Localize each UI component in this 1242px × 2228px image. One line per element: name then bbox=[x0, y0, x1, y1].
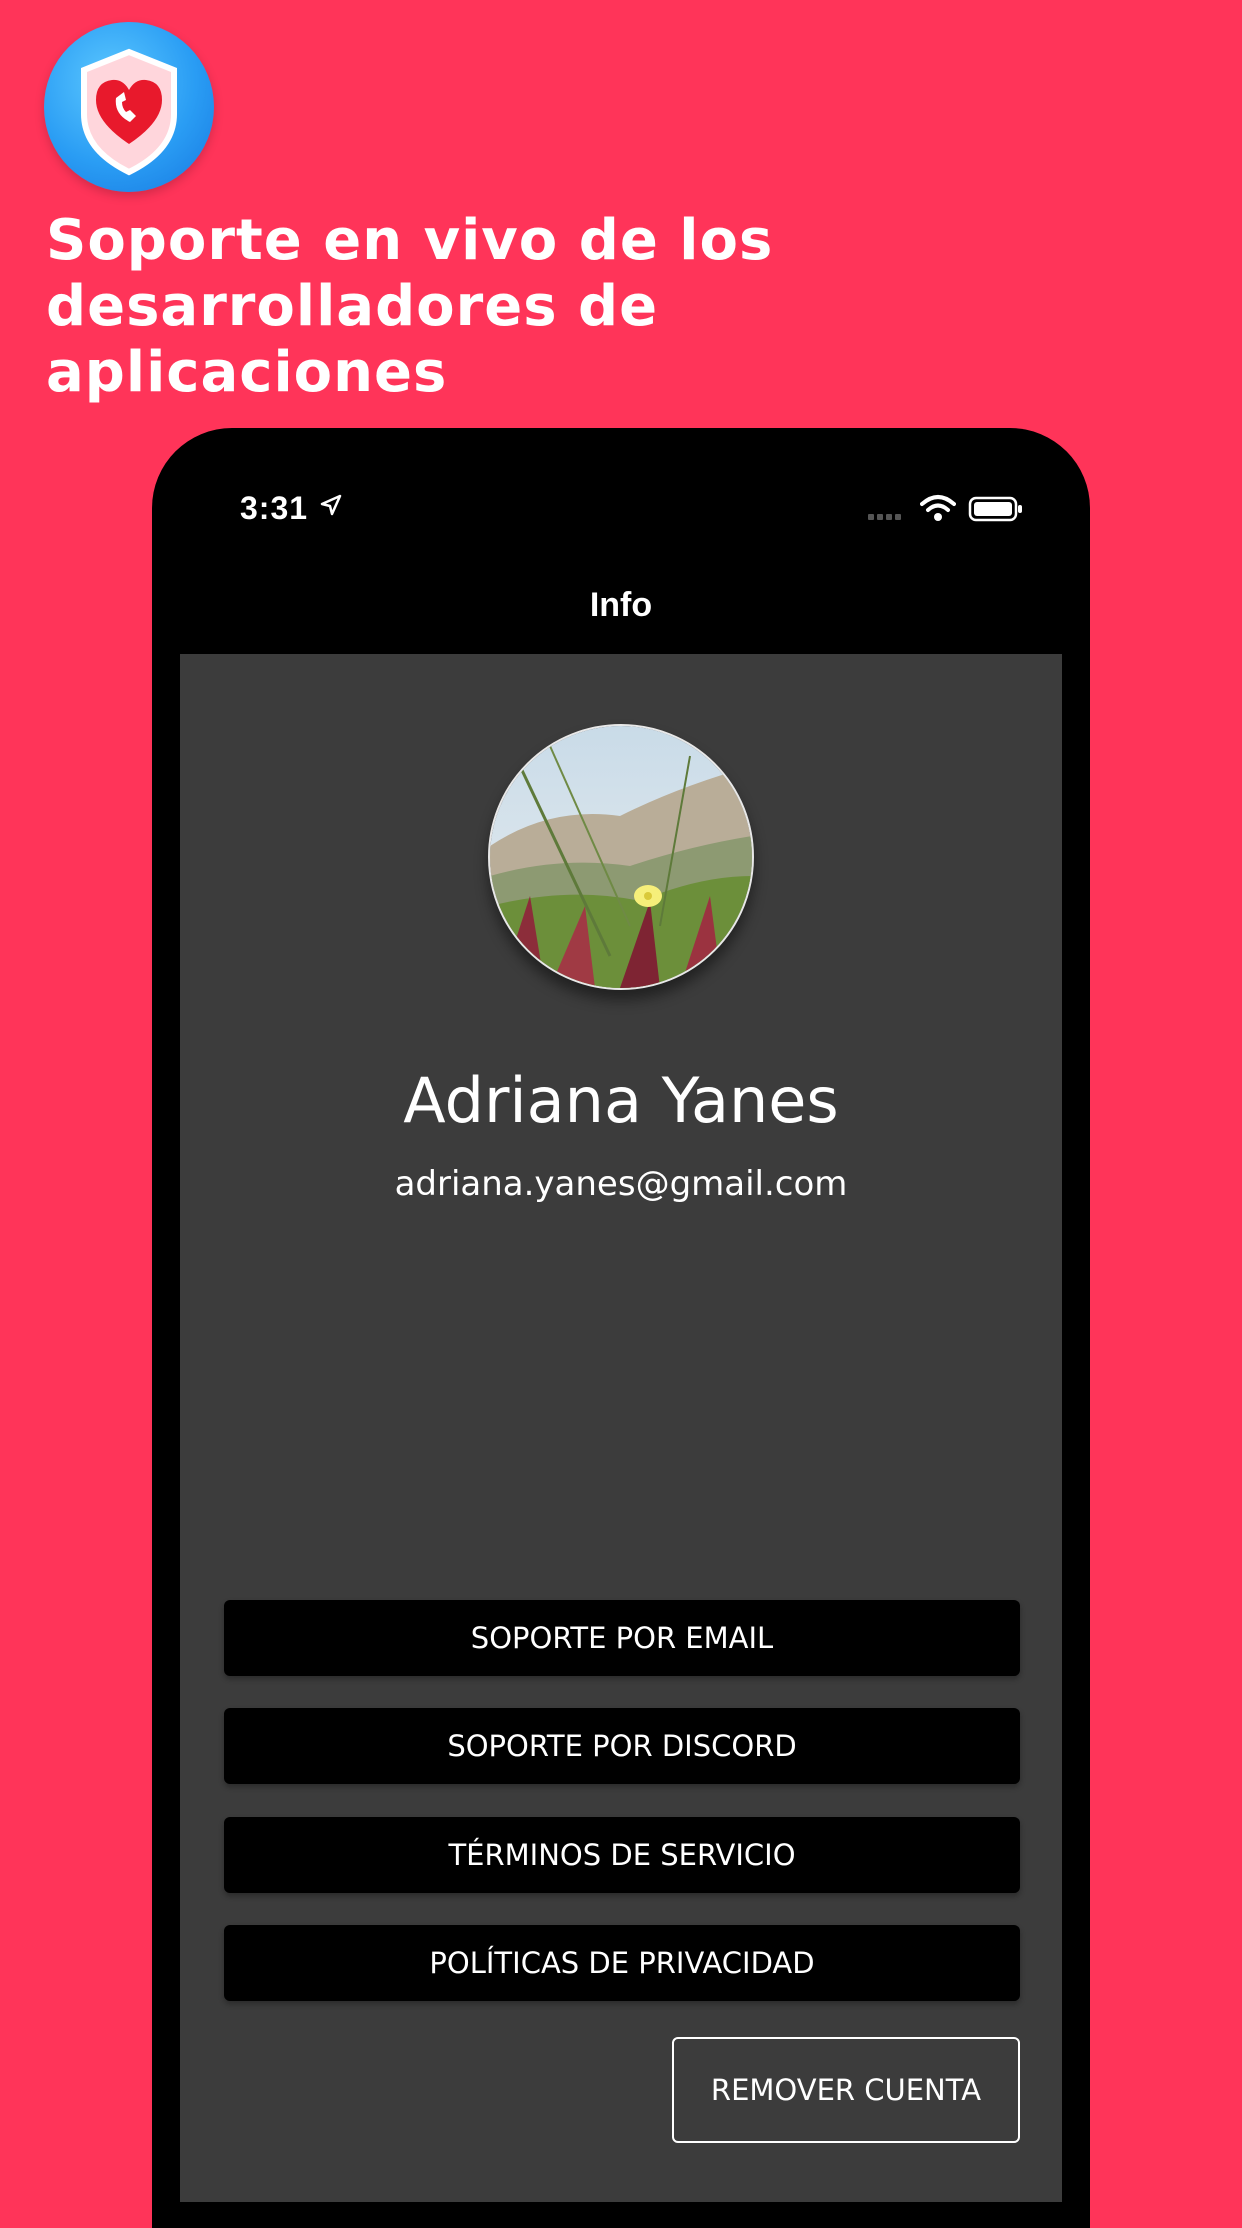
terms-of-service-button[interactable]: TÉRMINOS DE SERVICIO bbox=[224, 1817, 1020, 1893]
headline-line-3: aplicaciones bbox=[46, 340, 448, 405]
profile-email: adriana.yanes@gmail.com bbox=[394, 1164, 848, 1204]
privacy-policy-button[interactable]: POLÍTICAS DE PRIVACIDAD bbox=[224, 1925, 1020, 2001]
status-icons bbox=[868, 494, 1028, 524]
headline-line-2: desarrolladores de bbox=[46, 274, 659, 339]
avatar bbox=[488, 724, 754, 990]
promo-headline: Soporte en vivo de los desarrolladores d… bbox=[46, 208, 946, 406]
status-time: 3:31 bbox=[240, 490, 342, 527]
cellular-signal-icon bbox=[868, 514, 901, 520]
app-logo-icon bbox=[44, 22, 214, 192]
nav-title: Info bbox=[589, 586, 653, 624]
battery-icon bbox=[968, 496, 1022, 522]
status-time-text: 3:31 bbox=[240, 490, 309, 526]
email-support-button[interactable]: SOPORTE POR EMAIL bbox=[224, 1600, 1020, 1676]
wifi-icon bbox=[920, 495, 956, 521]
phone-frame: 3:31 Info Adriana Yanes adriana.yanes@gm… bbox=[152, 428, 1090, 2228]
location-arrow-icon bbox=[320, 494, 342, 516]
headline-line-1: Soporte en vivo de los bbox=[46, 208, 774, 273]
profile-panel: Adriana Yanes adriana.yanes@gmail.com SO… bbox=[180, 654, 1062, 2202]
discord-support-button[interactable]: SOPORTE POR DISCORD bbox=[224, 1708, 1020, 1784]
remove-account-button[interactable]: REMOVER CUENTA bbox=[672, 2037, 1020, 2143]
profile-name: Adriana Yanes bbox=[403, 1064, 839, 1137]
